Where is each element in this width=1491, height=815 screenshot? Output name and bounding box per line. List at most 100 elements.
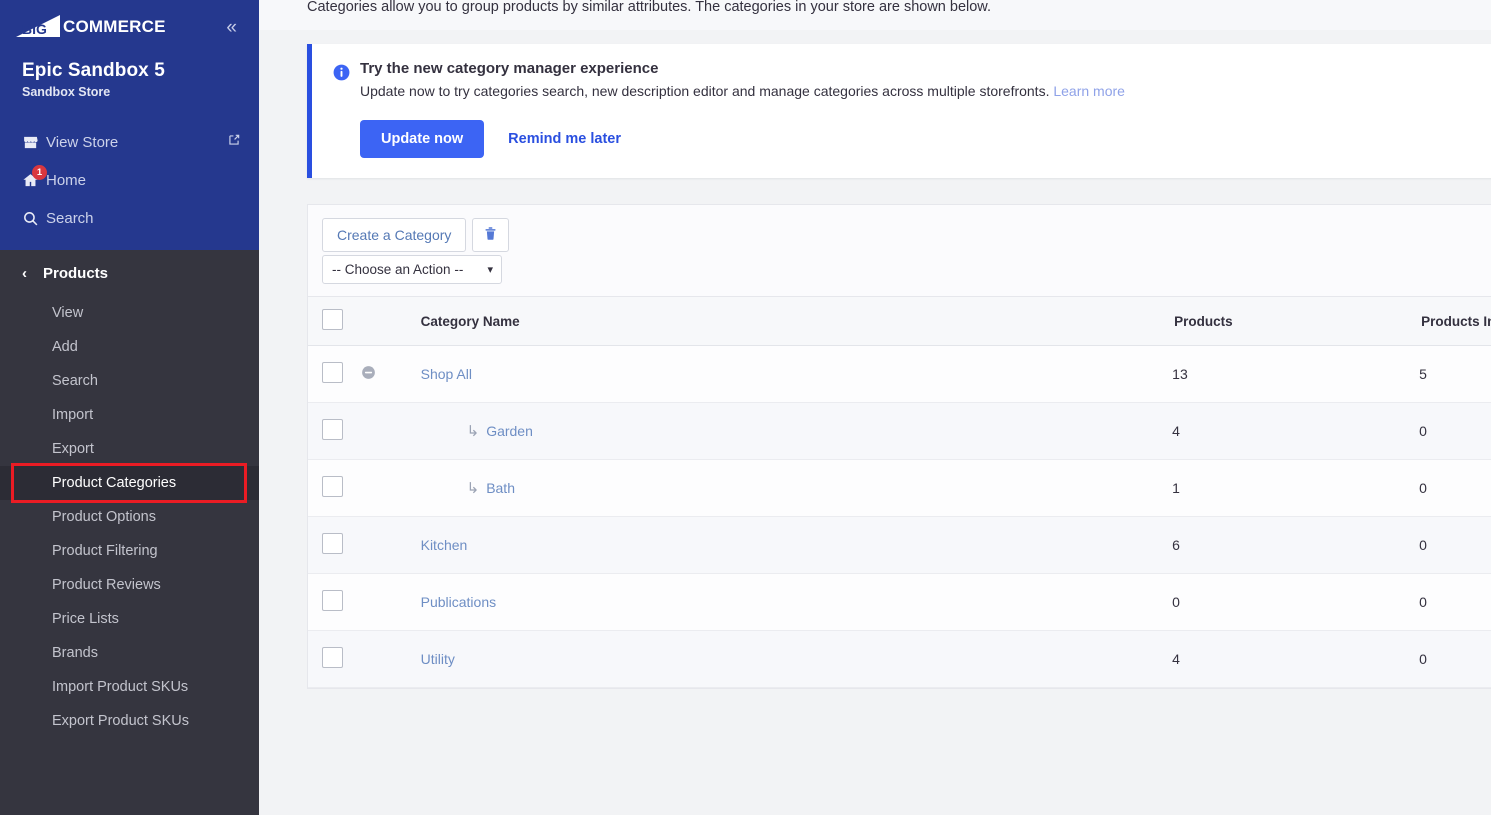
- sidebar-item-import-product-skus[interactable]: Import Product SKUs: [0, 670, 259, 704]
- sidebar-item-label: Brands: [52, 645, 98, 661]
- sidebar-item-home[interactable]: 1 Home: [0, 161, 259, 199]
- sidebar-item-label: Home: [46, 171, 87, 189]
- category-link[interactable]: Utility: [421, 651, 455, 667]
- sidebar-item-label: Product Options: [52, 509, 156, 525]
- sidebar-item-add[interactable]: Add: [0, 330, 259, 364]
- info-circle-icon: [332, 60, 360, 158]
- external-link-icon: [227, 133, 241, 151]
- sub-products-count: 0: [1419, 630, 1491, 688]
- sidebar-item-import[interactable]: Import: [0, 398, 259, 432]
- categories-table: Category Name Products Products In Sub C…: [308, 296, 1491, 688]
- category-link[interactable]: Shop All: [421, 366, 472, 382]
- bigcommerce-mark-icon: BIG: [16, 15, 60, 37]
- row-checkbox[interactable]: [322, 647, 343, 668]
- banner-container: Try the new category manager experience …: [259, 30, 1491, 178]
- svg-text:BIG: BIG: [22, 21, 47, 37]
- table-header-row: Category Name Products Products In Sub C…: [308, 296, 1491, 346]
- minus-circle-icon[interactable]: [360, 364, 377, 381]
- select-all-header: [308, 296, 360, 346]
- products-count: 4: [1172, 630, 1420, 688]
- products-count: 1: [1172, 459, 1420, 517]
- row-checkbox[interactable]: [322, 419, 343, 440]
- table-head: Category Name Products Products In Sub C…: [308, 296, 1491, 346]
- products-count: 0: [1172, 573, 1420, 631]
- category-link[interactable]: Publications: [421, 594, 497, 610]
- sub-products-count: 0: [1419, 573, 1491, 631]
- logo-wordmark: COMMERCE: [63, 17, 166, 36]
- sidebar-item-label: Product Filtering: [52, 543, 158, 559]
- choose-action-select[interactable]: -- Choose an Action --: [322, 255, 502, 284]
- sidebar-item-brands[interactable]: Brands: [0, 636, 259, 670]
- remind-me-later-button[interactable]: Remind me later: [508, 131, 621, 147]
- store-subtitle: Sandbox Store: [22, 85, 111, 99]
- select-all-checkbox[interactable]: [322, 309, 343, 330]
- sidebar-item-product-options[interactable]: Product Options: [0, 500, 259, 534]
- sub-products-count: 0: [1419, 459, 1491, 517]
- store-name: Epic Sandbox 5: [22, 60, 165, 81]
- bigcommerce-logo[interactable]: BIG COMMERCE: [16, 14, 166, 40]
- column-header-products: Products: [1172, 296, 1420, 346]
- sidebar-item-search[interactable]: Search: [0, 199, 259, 237]
- chevron-left-icon: ‹: [22, 264, 27, 282]
- sidebar-item-label: Import: [52, 407, 94, 423]
- sidebar-item-view-store[interactable]: View Store: [0, 123, 259, 161]
- table-row: Kitchen 6 0: [308, 516, 1491, 574]
- sidebar-section-title: Products: [43, 264, 109, 282]
- sidebar-item-product-reviews[interactable]: Product Reviews: [0, 568, 259, 602]
- table-body: Shop All 13 5 ↳ Garden 4 0 ↳ Bath 1 0 Ki…: [308, 345, 1491, 688]
- sidebar-logo-row: BIG COMMERCE «: [0, 0, 259, 40]
- sidebar-collapse-button[interactable]: «: [222, 16, 241, 39]
- update-now-button[interactable]: Update now: [360, 120, 485, 158]
- sidebar-quick-links: View Store 1 Home Search: [0, 123, 259, 237]
- category-manager-banner: Try the new category manager experience …: [307, 44, 1491, 178]
- learn-more-link[interactable]: Learn more: [1053, 83, 1125, 99]
- sidebar-item-export-product-skus[interactable]: Export Product SKUs: [0, 704, 259, 738]
- create-category-button[interactable]: Create a Category: [322, 218, 467, 252]
- sidebar-item-label: Add: [52, 339, 78, 355]
- row-checkbox[interactable]: [322, 590, 343, 611]
- sidebar-item-label: Product Reviews: [52, 577, 161, 593]
- products-count: 6: [1172, 516, 1420, 574]
- row-checkbox[interactable]: [322, 476, 343, 497]
- highlighted-nav-wrapper: Product Categories: [0, 463, 259, 503]
- trash-icon: [483, 225, 498, 245]
- products-count: 13: [1172, 345, 1420, 403]
- sidebar-section-back[interactable]: ‹ Products: [0, 250, 259, 296]
- sidebar-item-search-products[interactable]: Search: [0, 364, 259, 398]
- banner-description-text: Update now to try categories search, new…: [360, 83, 1050, 99]
- category-link[interactable]: Garden: [486, 423, 533, 439]
- row-checkbox[interactable]: [322, 533, 343, 554]
- arrow-child-icon: ↳: [466, 423, 480, 440]
- column-header-category-name: Category Name: [420, 296, 1173, 346]
- category-link[interactable]: Kitchen: [421, 537, 468, 553]
- row-checkbox[interactable]: [322, 362, 343, 383]
- sidebar-item-export[interactable]: Export: [0, 432, 259, 466]
- main-content: Categories allow you to group products b…: [259, 0, 1491, 815]
- sidebar-item-view[interactable]: View: [0, 296, 259, 330]
- tree-column-header: [359, 296, 421, 346]
- sidebar-item-label: Export: [52, 441, 94, 457]
- sidebar-item-product-categories[interactable]: Product Categories: [0, 466, 259, 500]
- action-select-wrapper: -- Choose an Action -- ▾: [322, 255, 502, 284]
- sidebar-item-label: View Store: [46, 133, 119, 151]
- table-row: Shop All 13 5: [308, 345, 1491, 403]
- sidebar-item-label: View: [52, 305, 84, 321]
- categories-card: Create a Category -- Choose an Action --…: [307, 204, 1491, 689]
- sidebar-item-price-lists[interactable]: Price Lists: [0, 602, 259, 636]
- banner-actions: Update now Remind me later: [360, 120, 1491, 158]
- sidebar-item-label: Search: [46, 209, 94, 227]
- sub-products-count: 0: [1419, 402, 1491, 460]
- sidebar: BIG COMMERCE « Epic Sandbox 5 Sandbox St…: [0, 0, 259, 815]
- app-root: BIG COMMERCE « Epic Sandbox 5 Sandbox St…: [0, 0, 1491, 815]
- sidebar-item-product-filtering[interactable]: Product Filtering: [0, 534, 259, 568]
- column-header-products-in-sub-cats: Products In Sub Cats: [1419, 296, 1491, 346]
- sidebar-item-label: Search: [52, 373, 98, 389]
- sidebar-top: BIG COMMERCE « Epic Sandbox 5 Sandbox St…: [0, 0, 259, 250]
- sidebar-section-products: ‹ Products View Add Search Import Export…: [0, 250, 259, 815]
- category-link[interactable]: Bath: [486, 480, 515, 496]
- sidebar-item-label: Price Lists: [52, 611, 119, 627]
- table-row: ↳ Bath 1 0: [308, 459, 1491, 517]
- table-row: ↳ Garden 4 0: [308, 402, 1491, 460]
- tree-toggle-cell: [359, 345, 421, 403]
- delete-button[interactable]: [472, 218, 510, 252]
